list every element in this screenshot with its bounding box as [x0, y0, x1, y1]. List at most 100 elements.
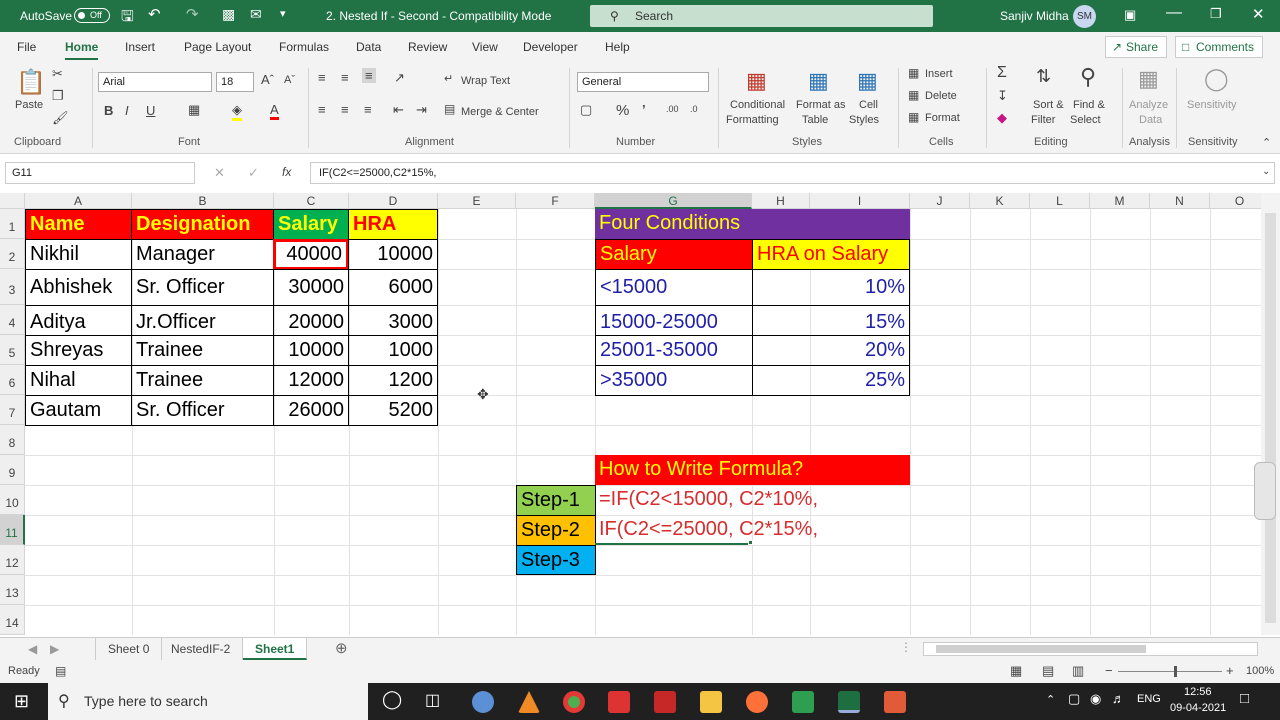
increase-font-icon[interactable]: Aˆ	[261, 72, 274, 87]
sort-filter-label2[interactable]: Filter	[1031, 114, 1055, 126]
row-header[interactable]: 14	[0, 605, 25, 635]
row-header[interactable]: 13	[0, 575, 25, 605]
column-header[interactable]: K	[970, 193, 1030, 209]
table-cell-highlighted[interactable]: 40000	[273, 239, 349, 270]
customize-qat-icon[interactable]: ▾	[280, 7, 286, 20]
paste-icon[interactable]: 📋	[16, 68, 46, 97]
autosave-toggle[interactable]: Off	[74, 8, 110, 23]
table-cell[interactable]: 5200	[348, 395, 438, 426]
save-icon[interactable]: 🖫	[121, 6, 134, 31]
delete-cells-icon[interactable]: ▦	[908, 88, 919, 102]
enter-icon[interactable]: ✓	[248, 165, 259, 181]
number-format-select[interactable]: General	[577, 72, 709, 92]
header-designation[interactable]: Designation	[131, 209, 274, 240]
clock-date[interactable]: 09-04-2021	[1170, 702, 1226, 714]
cell-styles-icon[interactable]: ▦	[857, 68, 878, 94]
font-name-select[interactable]: Arial	[98, 72, 212, 92]
table-cell[interactable]: 26000	[273, 395, 349, 426]
row-header[interactable]: 12	[0, 545, 25, 575]
table-cell[interactable]: 20000	[273, 305, 349, 336]
conditional-formatting-icon[interactable]: ▦	[746, 68, 767, 94]
table-cell[interactable]: Sr. Officer	[131, 269, 274, 306]
format-as-table-label2[interactable]: Table	[802, 114, 828, 126]
scrollbar-thumb[interactable]	[1265, 213, 1276, 623]
zoom-out-icon[interactable]: −	[1105, 663, 1113, 678]
sheet-tab-active[interactable]: Sheet1	[243, 638, 308, 660]
format-cells-icon[interactable]: ▦	[908, 110, 919, 124]
page-layout-view-icon[interactable]: ▤	[1042, 663, 1054, 679]
underline-icon[interactable]: U	[146, 103, 155, 118]
app-icon[interactable]	[608, 691, 630, 713]
merge-icon[interactable]: ▤	[444, 102, 455, 116]
condition-range[interactable]: >35000	[595, 365, 753, 396]
firefox-icon[interactable]	[746, 691, 768, 713]
zoom-level[interactable]: 100%	[1246, 665, 1274, 677]
name-box[interactable]: G11	[5, 162, 195, 184]
table-cell[interactable]: 30000	[273, 269, 349, 306]
format-as-table-icon[interactable]: ▦	[808, 68, 829, 94]
delete-cells-button[interactable]: Delete	[925, 90, 957, 102]
table-cell[interactable]: Gautam	[25, 395, 132, 426]
row-header[interactable]: 9	[0, 455, 25, 485]
table-cell[interactable]: Trainee	[131, 335, 274, 366]
find-select-icon[interactable]: ⚲	[1080, 64, 1096, 90]
borders-icon[interactable]: ▦	[188, 102, 200, 118]
step-3-label[interactable]: Step-3	[516, 545, 596, 575]
zoom-in-icon[interactable]: +	[1226, 663, 1234, 678]
column-header[interactable]: H	[752, 193, 810, 209]
format-cells-button[interactable]: Format	[925, 112, 960, 124]
column-header[interactable]: C	[274, 193, 349, 209]
align-right-icon[interactable]: ≡	[364, 102, 372, 117]
column-header[interactable]: D	[349, 193, 438, 209]
notifications-icon[interactable]: □	[1240, 690, 1249, 707]
autosum-icon[interactable]: Σ	[997, 64, 1007, 82]
menu-review[interactable]: Review	[408, 40, 447, 54]
chrome-icon[interactable]	[563, 691, 585, 713]
menu-home[interactable]: Home	[65, 40, 99, 60]
excel-icon[interactable]	[838, 691, 860, 713]
conditions-header-hra[interactable]: HRA on Salary	[752, 239, 910, 270]
conditional-formatting-label1[interactable]: Conditional	[730, 99, 785, 111]
column-header[interactable]: B	[132, 193, 274, 209]
column-header[interactable]: M	[1090, 193, 1150, 209]
decrease-indent-icon[interactable]: ⇤	[393, 102, 404, 118]
avatar[interactable]: SM	[1073, 5, 1096, 28]
taskbar-search[interactable]: ⚲ Type here to search	[48, 683, 368, 720]
table-cell[interactable]: Trainee	[131, 365, 274, 396]
conditions-header-salary[interactable]: Salary	[595, 239, 753, 270]
row-header[interactable]: 8	[0, 425, 25, 455]
table-cell[interactable]: 3000	[348, 305, 438, 336]
download-app-icon[interactable]	[654, 691, 676, 713]
cut-icon[interactable]: ✂	[52, 66, 63, 82]
condition-percent[interactable]: 20%	[752, 335, 910, 366]
row-header[interactable]: 7	[0, 395, 25, 425]
table-cell[interactable]: Sr. Officer	[131, 395, 274, 426]
fill-handle[interactable]	[748, 540, 753, 545]
print-preview-icon[interactable]: ▩	[222, 6, 235, 23]
condition-percent[interactable]: 25%	[752, 365, 910, 396]
volume-icon[interactable]: ♬	[1112, 691, 1125, 706]
column-header[interactable]: E	[438, 193, 516, 209]
zoom-slider-thumb[interactable]	[1174, 666, 1177, 677]
row-header[interactable]: 5	[0, 335, 25, 365]
align-top-icon[interactable]: ≡	[318, 70, 326, 85]
page-break-view-icon[interactable]: ▥	[1072, 663, 1084, 679]
format-painter-icon[interactable]: 🖌	[52, 110, 69, 126]
expand-formula-icon[interactable]: ⌄	[1262, 166, 1270, 177]
copy-icon[interactable]: ❐	[52, 88, 64, 104]
zoom-slider[interactable]	[1118, 671, 1222, 672]
side-handle[interactable]	[1254, 462, 1276, 520]
menu-view[interactable]: View	[472, 40, 498, 54]
wrap-text-button[interactable]: Wrap Text	[461, 75, 510, 87]
row-header[interactable]: 6	[0, 365, 25, 395]
minimize-icon[interactable]: —	[1166, 4, 1182, 22]
prev-sheet-icon[interactable]: ◀	[28, 642, 37, 656]
cancel-icon[interactable]: ✕	[214, 165, 225, 181]
app-icon[interactable]	[472, 691, 494, 713]
row-header[interactable]: 4	[0, 305, 25, 335]
column-header[interactable]: I	[810, 193, 910, 209]
table-cell[interactable]: 10000	[273, 335, 349, 366]
cell-styles-label1[interactable]: Cell	[859, 99, 878, 111]
collapse-ribbon-icon[interactable]: ⌃	[1262, 136, 1271, 149]
step-1-formula[interactable]: =IF(C2<15000, C2*10%,	[595, 485, 910, 515]
